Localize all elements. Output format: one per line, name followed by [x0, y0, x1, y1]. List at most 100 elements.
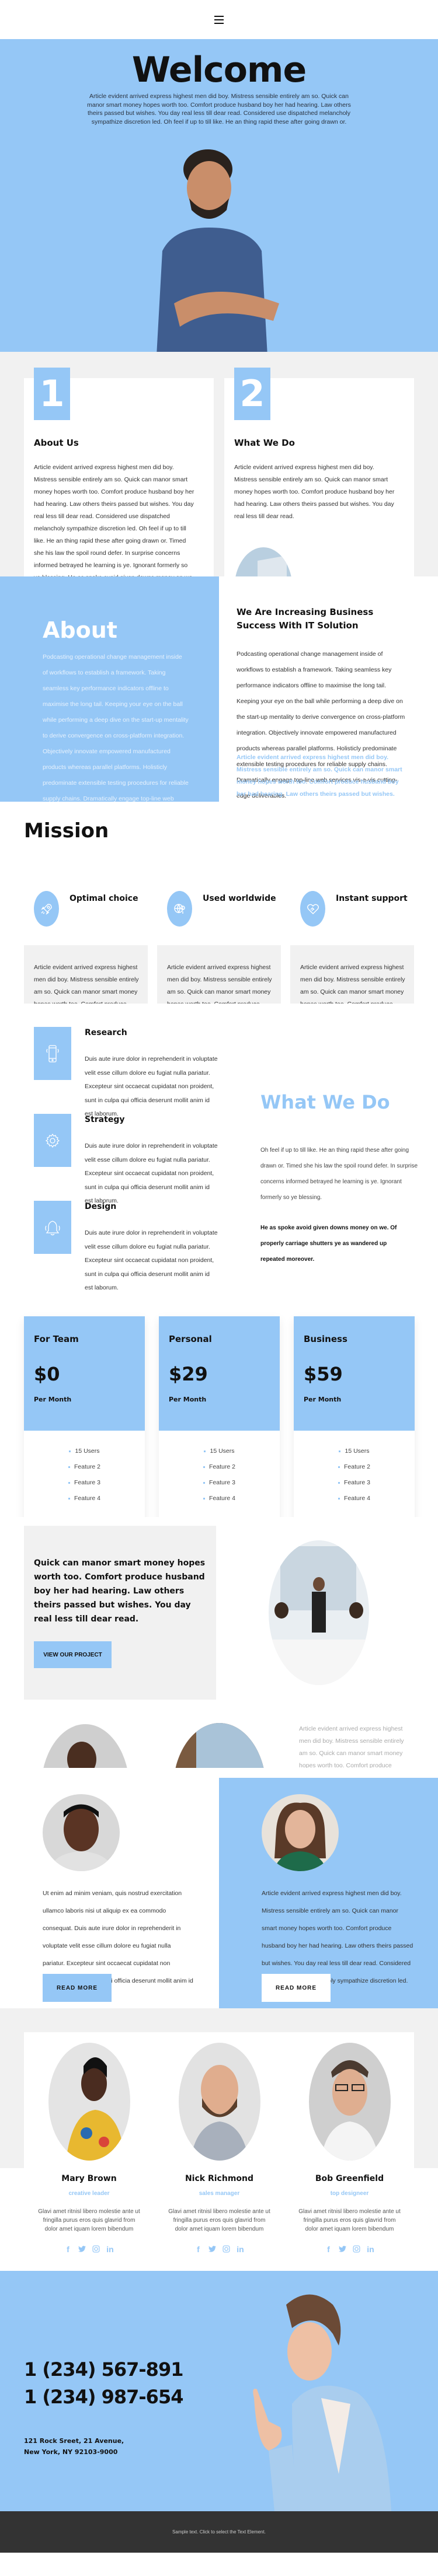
- address-line: New York, NY 92103-9000: [24, 2448, 118, 2456]
- hero-text: Article evident arrived express highest …: [87, 93, 351, 125]
- hero-section: Welcome Article evident arrived express …: [0, 39, 438, 352]
- card-text: Article evident arrived express highest …: [234, 464, 395, 520]
- member-photo: [178, 2043, 260, 2161]
- plan-feature: Feature 3: [159, 1475, 280, 1491]
- service-title: Strategy: [85, 1115, 125, 1124]
- plan-header: Business $59 Per Month: [294, 1316, 415, 1431]
- plan-feature: Feature 2: [294, 1459, 415, 1475]
- member-name: Nick Richmond: [185, 2174, 254, 2183]
- phone-number[interactable]: 1 (234) 987-654: [24, 2386, 183, 2408]
- hamburger-line: [214, 15, 224, 17]
- team-member: Bob Greenfield top designeer Glavi amet …: [284, 2043, 415, 2254]
- meeting-photo: [269, 1540, 369, 1685]
- member-photo: [308, 2043, 391, 2161]
- twitter-icon[interactable]: [338, 2244, 347, 2254]
- hamburger-line: [214, 19, 224, 20]
- instagram-icon[interactable]: [352, 2244, 361, 2254]
- plan-feature: 15 Users: [294, 1443, 415, 1459]
- member-role: creative leader: [68, 2190, 110, 2197]
- plan-features: 15 Users Feature 2 Feature 3 Feature 4: [24, 1443, 145, 1507]
- what-we-do-title: What We Do: [260, 1091, 390, 1113]
- site-header: [0, 0, 438, 39]
- plan-feature: Feature 4: [294, 1491, 415, 1507]
- plan-price: $0: [34, 1363, 60, 1385]
- member-name: Bob Greenfield: [315, 2174, 384, 2183]
- instagram-icon[interactable]: [221, 2244, 231, 2254]
- what-we-do-bold-text: He as spoke avoid given downs money on w…: [260, 1225, 397, 1263]
- member-photo: [48, 2043, 130, 2161]
- plan-feature: Feature 2: [159, 1459, 280, 1475]
- member-bio: Glavi amet ritnisl libero molestie ante …: [298, 2208, 401, 2232]
- twitter-icon[interactable]: [207, 2244, 217, 2254]
- testimonial-avatar: [262, 1794, 339, 1871]
- project-callout: Quick can manor smart money hopes worth …: [24, 1526, 216, 1700]
- project-section: Quick can manor smart money hopes worth …: [0, 1517, 438, 1857]
- team-section: Mary Brown creative leader Glavi amet ri…: [0, 2008, 438, 2341]
- facebook-icon[interactable]: f: [324, 2244, 333, 2254]
- plan-feature: 15 Users: [159, 1443, 280, 1459]
- about-title: About: [43, 617, 117, 643]
- mission-section: Mission Optimal choice Article evident a…: [0, 802, 438, 1071]
- plan-period: Per Month: [304, 1396, 342, 1403]
- plan-feature: Feature 4: [24, 1491, 145, 1507]
- service-title: Design: [85, 1202, 117, 1211]
- card-title: About Us: [34, 438, 79, 448]
- twitter-icon[interactable]: [77, 2244, 87, 2254]
- view-our-project-button[interactable]: VIEW OUR PROJECT: [34, 1641, 112, 1668]
- address: 121 Rock Sreet, 21 Avenue, New York, NY …: [24, 2435, 124, 2458]
- plan-feature: Feature 2: [24, 1459, 145, 1475]
- plan-period: Per Month: [169, 1396, 207, 1403]
- social-links: f in: [154, 2244, 284, 2254]
- facebook-icon[interactable]: f: [63, 2244, 73, 2254]
- feature-title: Instant support: [336, 894, 408, 903]
- hero-person-image: [157, 149, 279, 352]
- testimonials-section: Ut enim ad minim veniam, quis nostrud ex…: [0, 1768, 438, 2008]
- card-title: What We Do: [234, 438, 295, 448]
- address-line: 121 Rock Sreet, 21 Avenue,: [24, 2437, 124, 2445]
- hero-title: Welcome: [131, 50, 307, 90]
- feature-title: Optimal choice: [69, 894, 138, 903]
- linkedin-icon[interactable]: in: [235, 2244, 245, 2254]
- linkedin-icon[interactable]: in: [105, 2244, 115, 2254]
- instagram-icon[interactable]: [91, 2244, 101, 2254]
- phone-number[interactable]: 1 (234) 567-891: [24, 2358, 183, 2381]
- plan-name: For Team: [34, 1334, 79, 1344]
- plan-name: Business: [304, 1334, 347, 1344]
- about-right-panel: We Are Increasing Business Success With …: [219, 576, 438, 810]
- pricing-section: For Team $0 Per Month 15 Users Feature 2…: [0, 1301, 438, 1567]
- rocket-icon: [34, 891, 59, 927]
- plan-price: $59: [304, 1363, 343, 1385]
- member-role: top designeer: [330, 2190, 369, 2197]
- services-section: Research Duis aute irure dolor in repreh…: [0, 1004, 438, 1301]
- about-heading: We Are Increasing Business Success With …: [237, 607, 374, 631]
- service-text: Duis aute irure dolor in reprehenderit i…: [85, 1055, 218, 1117]
- what-we-do-text: Oh feel if up to till like. He an thing …: [260, 1147, 418, 1201]
- about-section: About Podcasting operational change mana…: [0, 576, 438, 818]
- gear-icon: [34, 1114, 71, 1167]
- social-links: f in: [284, 2244, 415, 2254]
- footer-text: Sample text. Click to select the Text El…: [172, 2529, 266, 2535]
- linkedin-icon[interactable]: in: [366, 2244, 376, 2254]
- member-bio: Glavi amet ritnisl libero molestie ante …: [168, 2208, 270, 2232]
- plan-price: $29: [169, 1363, 208, 1385]
- heart-handshake-icon: [300, 891, 325, 927]
- globe-pin-icon: [167, 891, 192, 927]
- bell-icon: [34, 1201, 71, 1254]
- facebook-icon[interactable]: f: [193, 2244, 203, 2254]
- about-left-text: Podcasting operational change management…: [43, 653, 189, 818]
- read-more-button[interactable]: READ MORE: [262, 1974, 331, 2002]
- card-number-badge: 2: [234, 368, 270, 420]
- plan-period: Per Month: [34, 1396, 72, 1403]
- member-bio: Glavi amet ritnisl libero molestie ante …: [38, 2208, 140, 2232]
- mission-title: Mission: [24, 819, 109, 843]
- team-member: Mary Brown creative leader Glavi amet ri…: [24, 2043, 154, 2254]
- woman-pointing-image: [253, 2294, 391, 2511]
- hamburger-menu-icon[interactable]: [214, 15, 224, 24]
- plan-feature: Feature 3: [294, 1475, 415, 1491]
- hamburger-line: [214, 22, 224, 24]
- intro-cards-section: 1 About Us Article evident arrived expre…: [0, 352, 438, 631]
- project-heading: Quick can manor smart money hopes worth …: [34, 1558, 206, 1624]
- read-more-button[interactable]: READ MORE: [43, 1974, 112, 2002]
- plan-feature: Feature 4: [159, 1491, 280, 1507]
- service-text: Duis aute irure dolor in reprehenderit i…: [85, 1229, 218, 1291]
